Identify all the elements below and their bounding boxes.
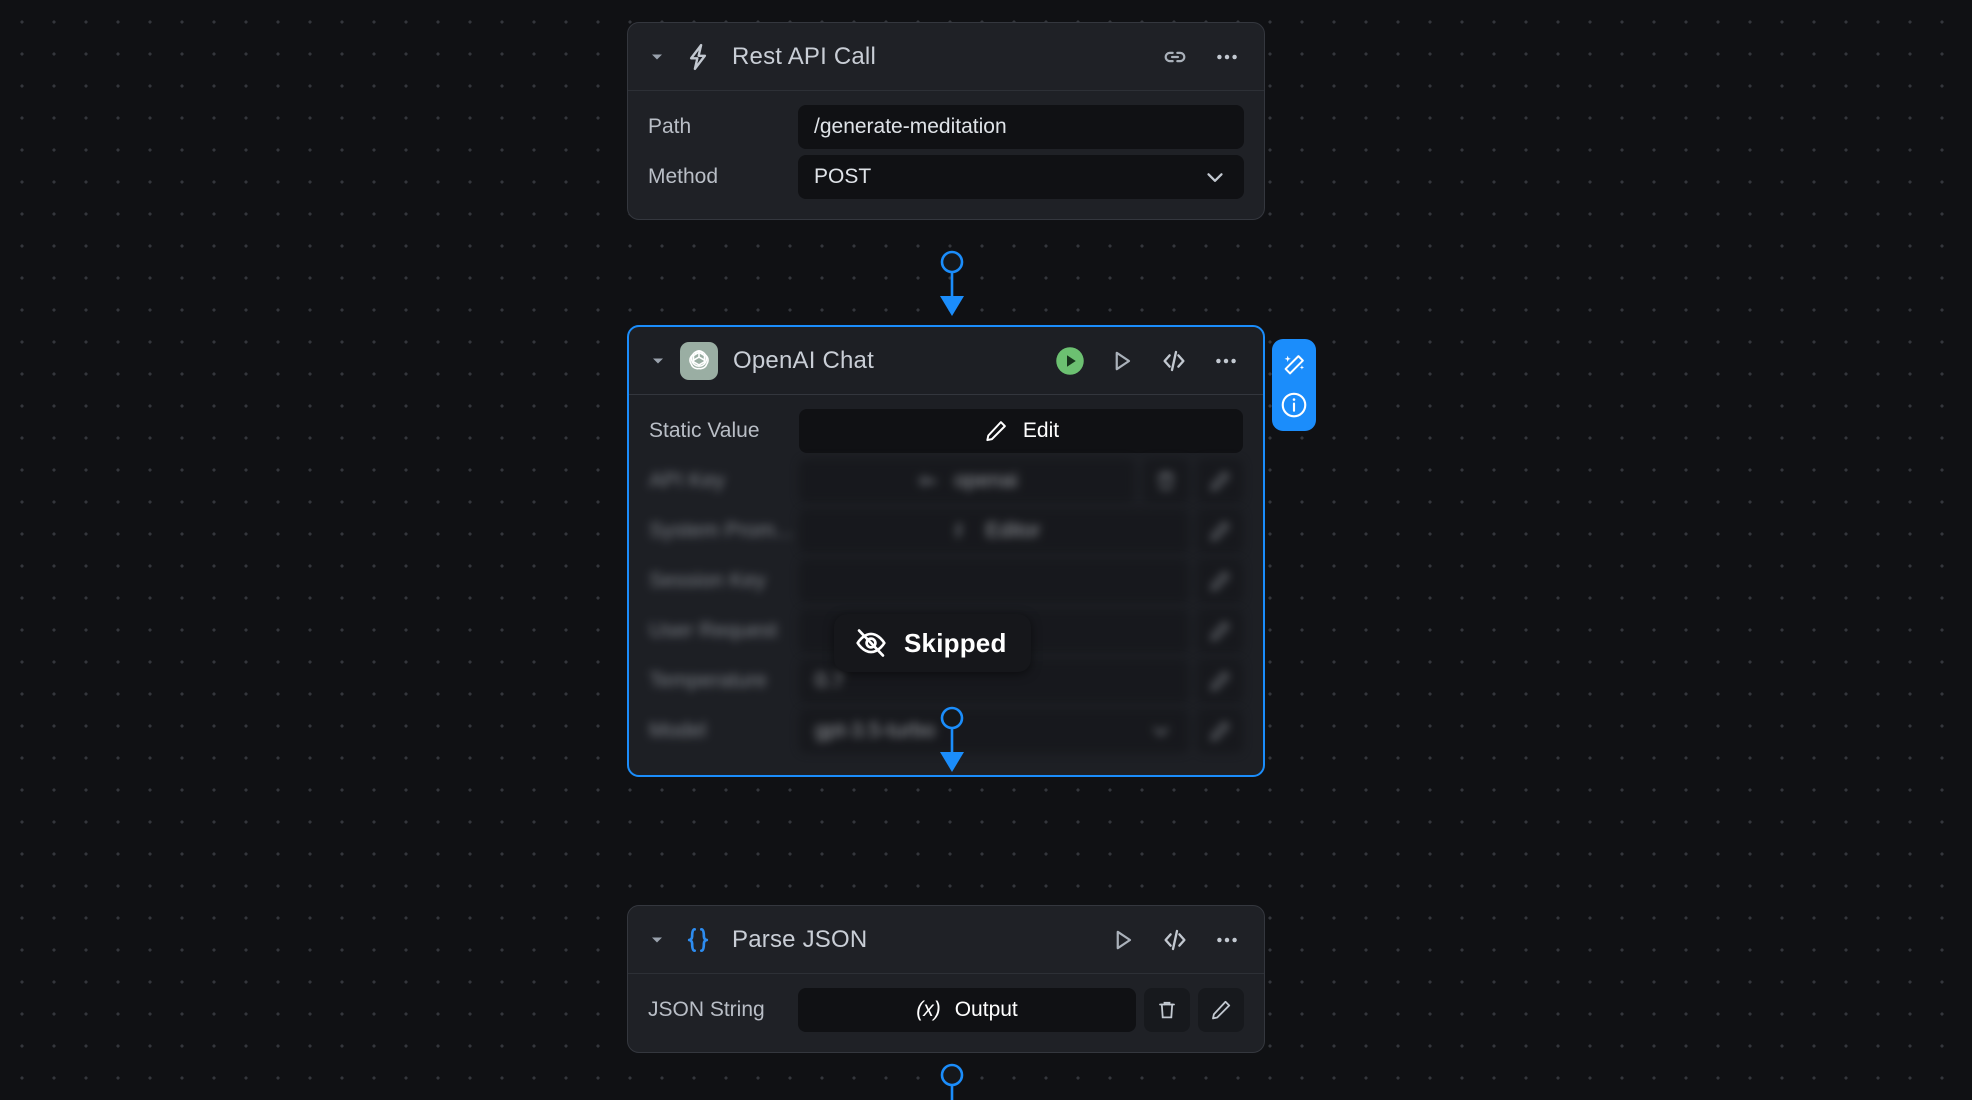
- code-icon[interactable]: [1159, 346, 1189, 376]
- row-label: JSON String: [648, 998, 765, 1021]
- row-static-value[interactable]: Static Value Edit: [649, 409, 1243, 453]
- model-text: gpt-3.5-turbo: [815, 719, 936, 742]
- more-options-icon[interactable]: [1211, 346, 1241, 376]
- json-string-text: Output: [954, 998, 1018, 1021]
- node-body: JSON String (x) Output: [628, 974, 1264, 1052]
- row-path[interactable]: Path /generate-meditation: [648, 105, 1244, 149]
- node-rest-api-call[interactable]: Rest API Call Path /generate-meditation …: [627, 22, 1265, 220]
- row-label: System Prom...: [649, 519, 793, 542]
- method-select[interactable]: POST: [798, 155, 1244, 199]
- node-title: Rest API Call: [732, 42, 876, 70]
- pencil-icon[interactable]: [1197, 659, 1243, 703]
- row-label: Model: [649, 719, 707, 742]
- status-badge-skipped: Skipped: [834, 614, 1031, 672]
- chevron-down-icon[interactable]: [646, 46, 668, 68]
- pencil-icon[interactable]: [1197, 459, 1243, 503]
- pencil-icon[interactable]: [1197, 709, 1243, 753]
- row-session-key[interactable]: Session Key: [649, 559, 1243, 603]
- temperature-text: 0.7: [815, 669, 845, 692]
- node-parse-json[interactable]: Parse JSON JSON String (x) Output: [627, 905, 1265, 1053]
- info-icon[interactable]: [1279, 390, 1309, 420]
- system-prompt-text: Editor: [985, 519, 1041, 542]
- connector-parse-json-out: [940, 1063, 964, 1100]
- model-select[interactable]: gpt-3.5-turbo: [799, 709, 1189, 753]
- fx-variable-icon: (x): [916, 998, 941, 1021]
- row-label: Session Key: [649, 569, 766, 592]
- play-icon[interactable]: [1108, 925, 1138, 955]
- connector-openai-to-parse: [940, 706, 964, 772]
- pencil-icon[interactable]: [1198, 988, 1244, 1032]
- chevron-down-icon[interactable]: [1202, 164, 1228, 190]
- api-key-value[interactable]: openai: [799, 459, 1135, 503]
- node-header[interactable]: Parse JSON: [628, 906, 1264, 974]
- pencil-icon[interactable]: [1197, 609, 1243, 653]
- row-label: Temperature: [649, 669, 767, 692]
- node-header[interactable]: OpenAI Chat: [629, 327, 1263, 395]
- node-title: Parse JSON: [732, 925, 868, 953]
- session-key-input[interactable]: [799, 559, 1189, 603]
- api-key-text: openai: [954, 469, 1018, 492]
- path-value: /generate-meditation: [814, 115, 1007, 138]
- row-json-string[interactable]: JSON String (x) Output: [648, 988, 1244, 1032]
- trash-icon[interactable]: [1143, 459, 1189, 503]
- lightning-bolt-icon: [678, 37, 718, 77]
- row-label: API Key: [649, 469, 725, 492]
- row-label: Method: [648, 165, 719, 188]
- openai-logo-icon: [679, 341, 719, 381]
- link-icon[interactable]: [1160, 42, 1190, 72]
- curly-braces-icon: [678, 920, 718, 960]
- chevron-down-icon[interactable]: [1149, 719, 1173, 743]
- floating-toolbar[interactable]: [1272, 339, 1316, 431]
- system-prompt-editor-button[interactable]: Editor: [799, 509, 1189, 553]
- workflow-canvas[interactable]: Rest API Call Path /generate-meditation …: [0, 0, 1972, 1100]
- path-input[interactable]: /generate-meditation: [798, 105, 1244, 149]
- code-icon[interactable]: [1160, 925, 1190, 955]
- node-body: Path /generate-meditation Method POST: [628, 91, 1264, 219]
- pencil-icon: [983, 418, 1009, 444]
- row-label: User Request: [649, 619, 778, 642]
- status-badge-label: Skipped: [904, 627, 1007, 658]
- edit-button-label: Edit: [1022, 419, 1060, 442]
- more-options-icon[interactable]: [1212, 925, 1242, 955]
- node-header[interactable]: Rest API Call: [628, 23, 1264, 91]
- more-options-icon[interactable]: [1212, 42, 1242, 72]
- edit-button[interactable]: Edit: [799, 409, 1243, 453]
- row-method[interactable]: Method POST: [648, 155, 1244, 199]
- magic-wand-icon[interactable]: [1279, 350, 1309, 380]
- row-label: Path: [648, 115, 692, 138]
- fx-icon: [948, 519, 972, 543]
- node-title: OpenAI Chat: [733, 346, 874, 374]
- chevron-down-icon[interactable]: [646, 929, 668, 951]
- pencil-icon[interactable]: [1197, 559, 1243, 603]
- pencil-icon[interactable]: [1197, 509, 1243, 553]
- row-api-key[interactable]: API Key openai: [649, 459, 1243, 503]
- json-string-value[interactable]: (x) Output: [798, 988, 1136, 1032]
- eye-off-icon: [854, 626, 888, 660]
- run-node-icon[interactable]: [1055, 346, 1085, 376]
- play-icon[interactable]: [1107, 346, 1137, 376]
- row-label: Static Value: [649, 419, 760, 442]
- method-value: POST: [814, 165, 872, 188]
- connector-rest-to-openai: [940, 250, 964, 316]
- chevron-down-icon[interactable]: [647, 350, 669, 372]
- key-icon: [916, 469, 940, 493]
- row-system-prompt[interactable]: System Prom... Editor: [649, 509, 1243, 553]
- trash-icon[interactable]: [1144, 988, 1190, 1032]
